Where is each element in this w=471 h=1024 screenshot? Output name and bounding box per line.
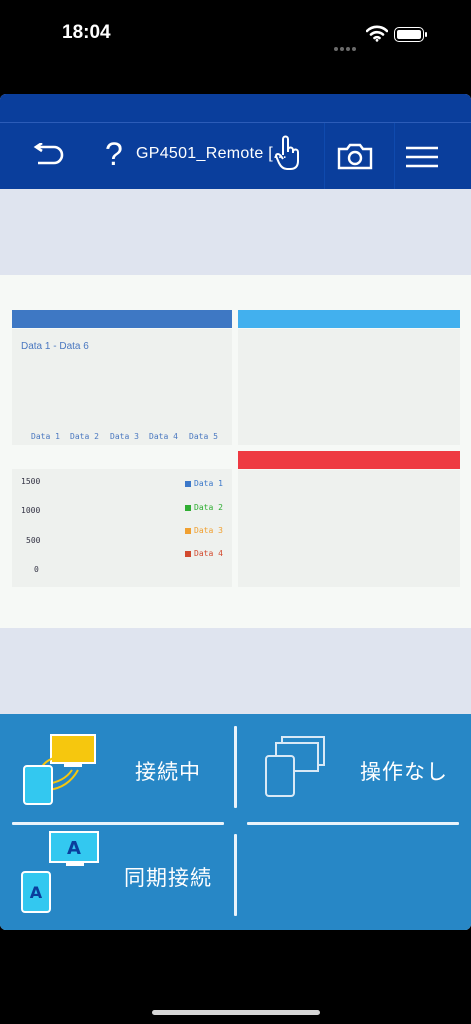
bar-chart-category: Data 2: [70, 432, 99, 441]
sync-connect-button[interactable]: A A 同期接続: [0, 826, 234, 930]
panel-header-cyan: [238, 310, 460, 328]
connected-label: 接続中: [135, 761, 201, 784]
home-indicator[interactable]: [152, 1010, 320, 1015]
window-title: GP4501_Remote [...: [136, 145, 288, 162]
panel-header-blue: [12, 310, 232, 328]
divider: [247, 822, 459, 825]
remote-screen[interactable]: Data 1 - Data 6 Data 1 Data 2 Data 3 Dat…: [0, 275, 471, 628]
svg-text:A: A: [30, 883, 43, 902]
bar-chart-caption: Data 1 - Data 6: [21, 341, 89, 352]
divider: [234, 834, 237, 916]
svg-text:A: A: [67, 838, 81, 859]
touch-hand-icon[interactable]: [274, 135, 302, 178]
bar-chart-category: Data 1: [31, 432, 60, 441]
undo-icon[interactable]: [32, 141, 64, 172]
bar-chart-panel: Data 1 - Data 6 Data 1 Data 2 Data 3 Dat…: [12, 329, 232, 445]
toolbar: ? GP4501_Remote [...: [0, 122, 471, 189]
legend-swatch: [185, 528, 191, 534]
device-idle-icon: [265, 736, 325, 797]
legend-label: Data 3: [194, 526, 223, 535]
no-operation-label: 操作なし: [360, 761, 448, 784]
remote-app: ? GP4501_Remote [... Data 1 - Data 6 Dat…: [0, 94, 471, 930]
help-icon[interactable]: ?: [105, 136, 123, 173]
panel-header-red: [238, 451, 460, 469]
toolbar-divider: [394, 123, 395, 189]
legend-label: Data 4: [194, 549, 223, 558]
camera-icon[interactable]: [337, 142, 373, 175]
connection-panel: 接続中 操作なし A A 同期接続: [0, 714, 471, 930]
menu-icon[interactable]: [405, 145, 439, 174]
bar-chart-category: Data 4: [149, 432, 178, 441]
empty-panel-top-right: [238, 329, 460, 445]
legend-swatch: [185, 481, 191, 487]
y-tick-label: 0: [34, 565, 39, 574]
empty-panel-bottom-right: [238, 470, 460, 587]
y-tick-label: 500: [26, 536, 41, 545]
bar-chart-category: Data 3: [110, 432, 139, 441]
line-chart-panel: 1500 1000 500 0 Data 1 Data 2 Data 3 Dat…: [12, 469, 232, 587]
device-connected-icon: [23, 734, 96, 805]
wifi-icon: [365, 25, 389, 47]
legend-label: Data 2: [194, 503, 223, 512]
no-operation-button[interactable]: 操作なし: [238, 714, 471, 822]
header-strip: [0, 94, 471, 122]
connected-button[interactable]: 接続中: [0, 714, 234, 822]
bar-chart-category: Data 5: [189, 432, 218, 441]
status-time: 18:04: [62, 22, 111, 43]
sync-connect-label: 同期接続: [124, 867, 212, 890]
divider: [12, 822, 224, 825]
toolbar-divider: [324, 123, 325, 189]
cellular-signal-icon: [334, 38, 358, 51]
legend-swatch: [185, 505, 191, 511]
y-tick-label: 1500: [21, 477, 41, 486]
divider: [234, 726, 237, 808]
battery-icon: [394, 27, 427, 42]
legend-swatch: [185, 551, 191, 557]
sync-connect-icon: A A: [21, 831, 99, 913]
y-tick-label: 1000: [21, 506, 41, 515]
legend-label: Data 1: [194, 479, 223, 488]
